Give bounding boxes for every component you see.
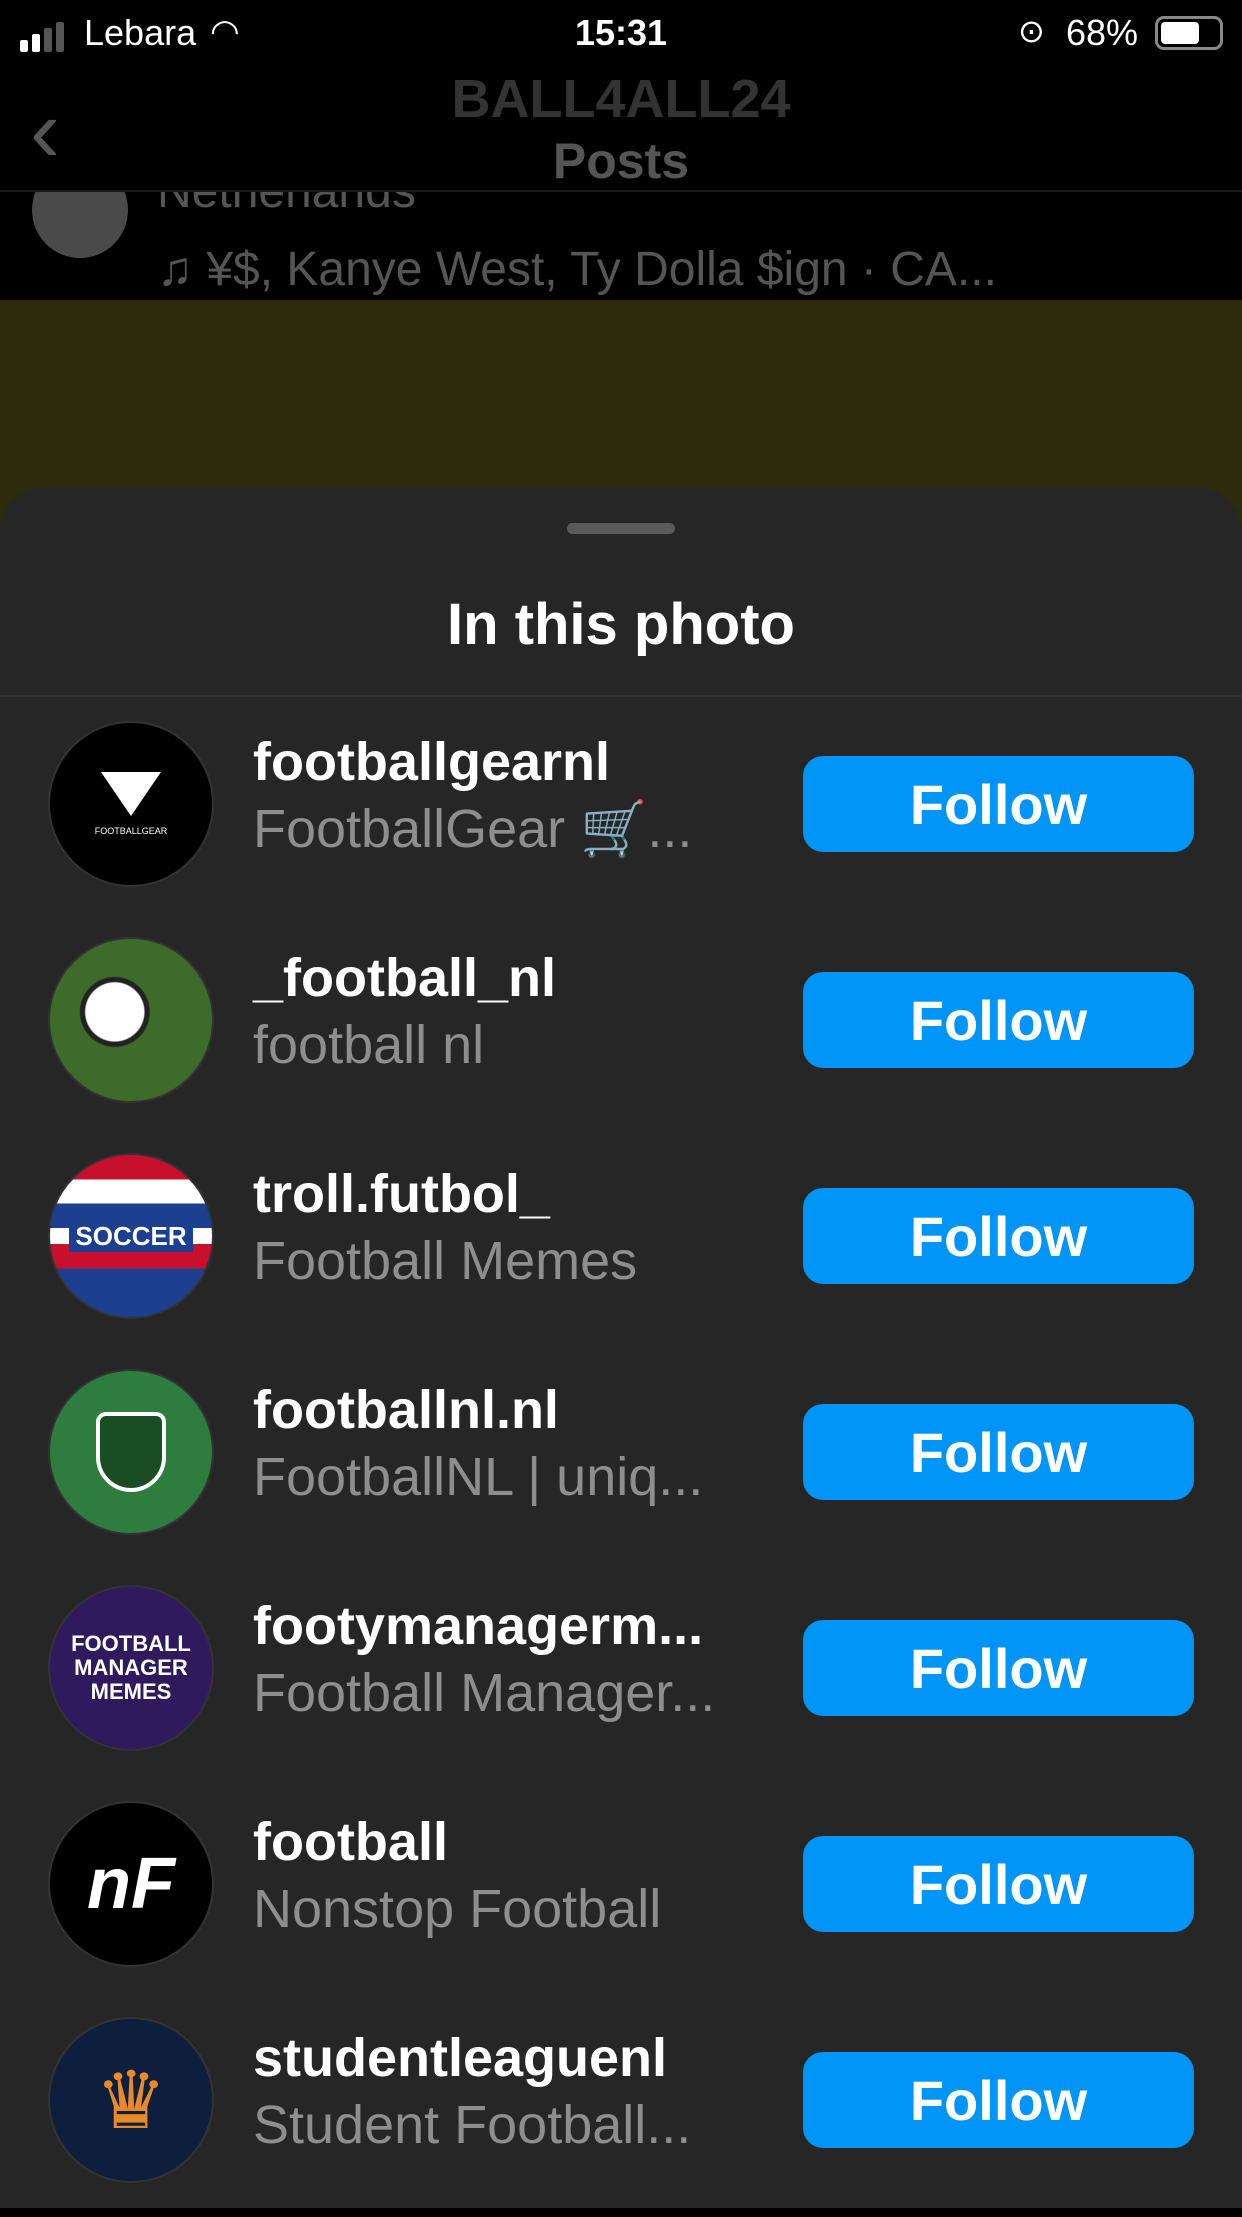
username[interactable]: footballnl.nl bbox=[253, 1379, 559, 1441]
status-bar: Lebara ◠ 15:31 ⊙ 68% bbox=[0, 0, 1242, 70]
post-music: ♫ ¥$, Kanye West, Ty Dolla $ign · CA... bbox=[157, 243, 997, 296]
account-row[interactable]: ♛ studentleaguenl Student Football... Fo… bbox=[0, 2017, 1242, 2217]
full-name: Student Football... bbox=[253, 2095, 692, 2155]
account-row[interactable]: SOCCER troll.futbol_ Football Memes Foll… bbox=[0, 1153, 1242, 1353]
avatar[interactable]: SOCCER bbox=[48, 1153, 214, 1319]
username[interactable]: footballgearnl bbox=[253, 731, 610, 793]
account-row[interactable]: footballnl.nl FootballNL | uniq... Follo… bbox=[0, 1369, 1242, 1569]
shield-logo-icon bbox=[96, 1412, 166, 1492]
username[interactable]: troll.futbol_ bbox=[253, 1163, 550, 1225]
avatar[interactable] bbox=[48, 1369, 214, 1535]
full-name: football nl bbox=[253, 1015, 485, 1075]
sheet-title: In this photo bbox=[447, 592, 795, 657]
account-row[interactable]: FOOTBALL MANAGER MEMES footymanagerm... … bbox=[0, 1585, 1242, 1785]
nav-bar: ‹ BALL4ALL24 Posts bbox=[0, 69, 1242, 192]
full-name: FootballGear 🛒... bbox=[253, 799, 693, 859]
account-name: BALL4ALL24 bbox=[451, 69, 791, 129]
avatar[interactable]: FOOTBALL MANAGER MEMES bbox=[48, 1585, 214, 1751]
avatar[interactable]: FOOTBALLGEAR bbox=[48, 721, 214, 887]
full-name: Nonstop Football bbox=[253, 1879, 662, 1939]
follow-button[interactable]: Follow bbox=[803, 1188, 1194, 1284]
account-row[interactable]: _football_nl football nl Follow bbox=[0, 937, 1242, 1137]
lion-logo-icon: ♛ bbox=[95, 2055, 167, 2145]
username[interactable]: football bbox=[253, 1811, 448, 1873]
post-location: Netherlands bbox=[157, 192, 416, 219]
page-title: Posts bbox=[552, 133, 690, 189]
background-post-header: Netherlands ♫ ¥$, Kanye West, Ty Dolla $… bbox=[0, 192, 1242, 300]
follow-button[interactable]: Follow bbox=[803, 972, 1194, 1068]
footballgear-logo-icon bbox=[101, 772, 161, 816]
avatar-logo-text: SOCCER bbox=[69, 1220, 193, 1252]
follow-button[interactable]: Follow bbox=[803, 1836, 1194, 1932]
follow-button[interactable]: Follow bbox=[803, 756, 1194, 852]
clock: 15:31 bbox=[574, 12, 668, 53]
avatar[interactable]: ♛ bbox=[48, 2017, 214, 2183]
battery-percent: 68% bbox=[1066, 12, 1139, 53]
account-row[interactable]: nF football Nonstop Football Follow bbox=[0, 1801, 1242, 2001]
follow-button[interactable]: Follow bbox=[803, 1404, 1194, 1500]
avatar-logo-text: nF bbox=[87, 1844, 175, 1924]
avatar-logo-text: FOOTBALL MANAGER MEMES bbox=[71, 1630, 191, 1705]
full-name: FootballNL | uniq... bbox=[253, 1447, 704, 1507]
avatar-logo-text: FOOTBALLGEAR bbox=[94, 826, 168, 836]
username[interactable]: _football_nl bbox=[253, 947, 556, 1009]
follow-button[interactable]: Follow bbox=[803, 1620, 1194, 1716]
avatar[interactable] bbox=[48, 937, 214, 1103]
account-row[interactable]: FOOTBALLGEAR footballgearnl FootballGear… bbox=[0, 721, 1242, 921]
orientation-lock-icon: ⊙ bbox=[1018, 13, 1045, 49]
tagged-accounts-sheet: In this photo FOOTBALLGEAR footballgearn… bbox=[0, 487, 1242, 2208]
follow-button[interactable]: Follow bbox=[803, 2052, 1194, 2148]
full-name: Football Memes bbox=[253, 1231, 638, 1291]
drag-handle[interactable] bbox=[567, 523, 675, 534]
avatar[interactable]: nF bbox=[48, 1801, 214, 1967]
battery-icon bbox=[1155, 16, 1223, 50]
divider bbox=[0, 695, 1242, 697]
username[interactable]: studentleaguenl bbox=[253, 2027, 667, 2089]
username[interactable]: footymanagerm... bbox=[253, 1595, 703, 1657]
post-author-avatar bbox=[32, 192, 128, 258]
full-name: Football Manager... bbox=[253, 1663, 716, 1723]
